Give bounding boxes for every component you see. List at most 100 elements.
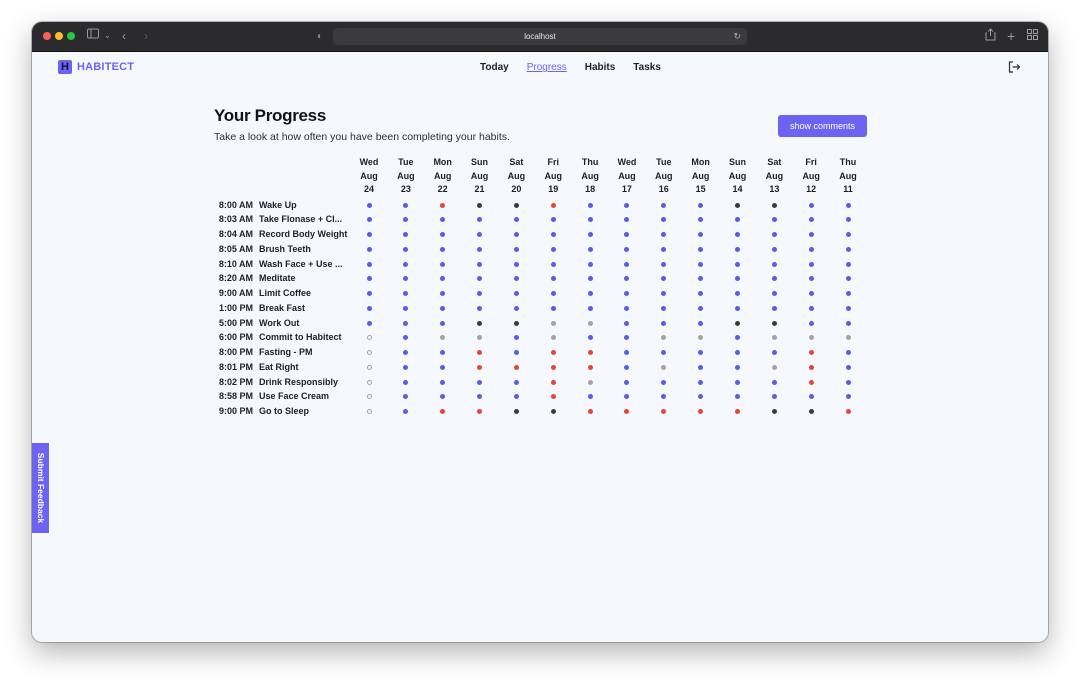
- habit-status-dot[interactable]: [845, 261, 851, 267]
- habit-status-dot[interactable]: [624, 217, 630, 223]
- habit-name[interactable]: Record Body Weight: [259, 229, 351, 240]
- habit-status-dot[interactable]: [366, 394, 372, 400]
- habit-status-dot[interactable]: [477, 261, 483, 267]
- habit-status-dot[interactable]: [366, 335, 372, 341]
- habit-status-dot[interactable]: [550, 276, 556, 282]
- habit-status-dot[interactable]: [845, 232, 851, 237]
- back-arrow-icon[interactable]: ‹: [122, 28, 126, 44]
- habit-status-dot[interactable]: [366, 350, 372, 355]
- habit-status-dot[interactable]: [366, 202, 372, 208]
- habit-status-dot[interactable]: [366, 232, 372, 237]
- habit-status-dot[interactable]: [477, 409, 483, 414]
- habit-status-dot[interactable]: [845, 350, 851, 355]
- habit-status-dot[interactable]: [771, 232, 777, 237]
- habit-name[interactable]: Meditate: [259, 273, 351, 284]
- habit-status-dot[interactable]: [661, 335, 667, 341]
- habit-status-dot[interactable]: [808, 350, 814, 355]
- habit-status-dot[interactable]: [624, 276, 630, 282]
- habit-status-dot[interactable]: [735, 261, 740, 267]
- habit-status-dot[interactable]: [477, 291, 483, 296]
- habit-status-dot[interactable]: [513, 320, 519, 326]
- habit-status-dot[interactable]: [735, 364, 740, 370]
- habit-status-dot[interactable]: [477, 232, 483, 237]
- habit-status-dot[interactable]: [440, 394, 446, 400]
- habit-status-dot[interactable]: [771, 305, 777, 311]
- habit-status-dot[interactable]: [477, 379, 483, 385]
- habit-status-dot[interactable]: [513, 305, 519, 311]
- habit-status-dot[interactable]: [735, 409, 740, 414]
- habit-status-dot[interactable]: [550, 379, 556, 385]
- habit-status-dot[interactable]: [366, 305, 372, 311]
- habit-status-dot[interactable]: [661, 379, 667, 385]
- habit-status-dot[interactable]: [661, 261, 667, 267]
- habit-status-dot[interactable]: [550, 202, 556, 208]
- habit-status-dot[interactable]: [587, 261, 593, 267]
- habit-status-dot[interactable]: [550, 335, 556, 341]
- habit-status-dot[interactable]: [661, 305, 667, 311]
- habit-name[interactable]: Wake Up: [259, 200, 351, 211]
- habit-status-dot[interactable]: [403, 291, 409, 296]
- habit-status-dot[interactable]: [477, 350, 483, 355]
- habit-status-dot[interactable]: [440, 246, 446, 252]
- habit-name[interactable]: Break Fast: [259, 303, 351, 314]
- habit-status-dot[interactable]: [513, 379, 519, 385]
- close-window-button[interactable]: [43, 32, 51, 40]
- habit-status-dot[interactable]: [698, 202, 704, 208]
- habit-status-dot[interactable]: [587, 320, 593, 326]
- habit-status-dot[interactable]: [513, 276, 519, 282]
- habit-status-dot[interactable]: [845, 409, 851, 414]
- habit-status-dot[interactable]: [513, 202, 519, 208]
- habit-status-dot[interactable]: [587, 379, 593, 385]
- habit-status-dot[interactable]: [735, 350, 740, 355]
- habit-status-dot[interactable]: [440, 202, 446, 208]
- habit-status-dot[interactable]: [550, 246, 556, 252]
- habit-status-dot[interactable]: [845, 320, 851, 326]
- habit-status-dot[interactable]: [735, 291, 740, 296]
- habit-status-dot[interactable]: [771, 320, 777, 326]
- habit-status-dot[interactable]: [661, 232, 667, 237]
- habit-status-dot[interactable]: [698, 379, 704, 385]
- habit-status-dot[interactable]: [845, 202, 851, 208]
- habit-status-dot[interactable]: [587, 305, 593, 311]
- habit-name[interactable]: Limit Coffee: [259, 288, 351, 299]
- habit-status-dot[interactable]: [403, 335, 409, 341]
- habit-status-dot[interactable]: [366, 261, 372, 267]
- habit-status-dot[interactable]: [698, 291, 704, 296]
- habit-status-dot[interactable]: [624, 305, 630, 311]
- habit-status-dot[interactable]: [366, 379, 372, 385]
- habit-status-dot[interactable]: [808, 320, 814, 326]
- nav-progress[interactable]: Progress: [527, 61, 567, 74]
- habit-status-dot[interactable]: [366, 364, 372, 370]
- habit-status-dot[interactable]: [513, 246, 519, 252]
- habit-status-dot[interactable]: [624, 364, 630, 370]
- habit-status-dot[interactable]: [698, 232, 704, 237]
- habit-status-dot[interactable]: [403, 202, 409, 208]
- habit-status-dot[interactable]: [698, 350, 704, 355]
- habit-name[interactable]: Commit to Habitect: [259, 332, 351, 343]
- habit-status-dot[interactable]: [698, 335, 704, 341]
- habit-status-dot[interactable]: [698, 276, 704, 282]
- habit-status-dot[interactable]: [735, 202, 740, 208]
- habit-status-dot[interactable]: [440, 276, 446, 282]
- habit-status-dot[interactable]: [771, 202, 777, 208]
- habit-status-dot[interactable]: [477, 335, 483, 341]
- habit-name[interactable]: Eat Right: [259, 362, 351, 373]
- habit-status-dot[interactable]: [845, 394, 851, 400]
- nav-today[interactable]: Today: [480, 61, 509, 74]
- habit-status-dot[interactable]: [587, 394, 593, 400]
- habit-status-dot[interactable]: [808, 261, 814, 267]
- habit-status-dot[interactable]: [513, 394, 519, 400]
- habit-status-dot[interactable]: [513, 364, 519, 370]
- habit-status-dot[interactable]: [513, 350, 519, 355]
- habit-status-dot[interactable]: [440, 217, 446, 223]
- habit-status-dot[interactable]: [735, 320, 740, 326]
- habit-status-dot[interactable]: [735, 246, 740, 252]
- habit-status-dot[interactable]: [624, 379, 630, 385]
- habit-status-dot[interactable]: [366, 320, 372, 326]
- brand[interactable]: H HABITECT: [58, 60, 134, 74]
- habit-status-dot[interactable]: [808, 305, 814, 311]
- habit-status-dot[interactable]: [403, 364, 409, 370]
- habit-status-dot[interactable]: [403, 261, 409, 267]
- habit-status-dot[interactable]: [403, 276, 409, 282]
- habit-status-dot[interactable]: [513, 232, 519, 237]
